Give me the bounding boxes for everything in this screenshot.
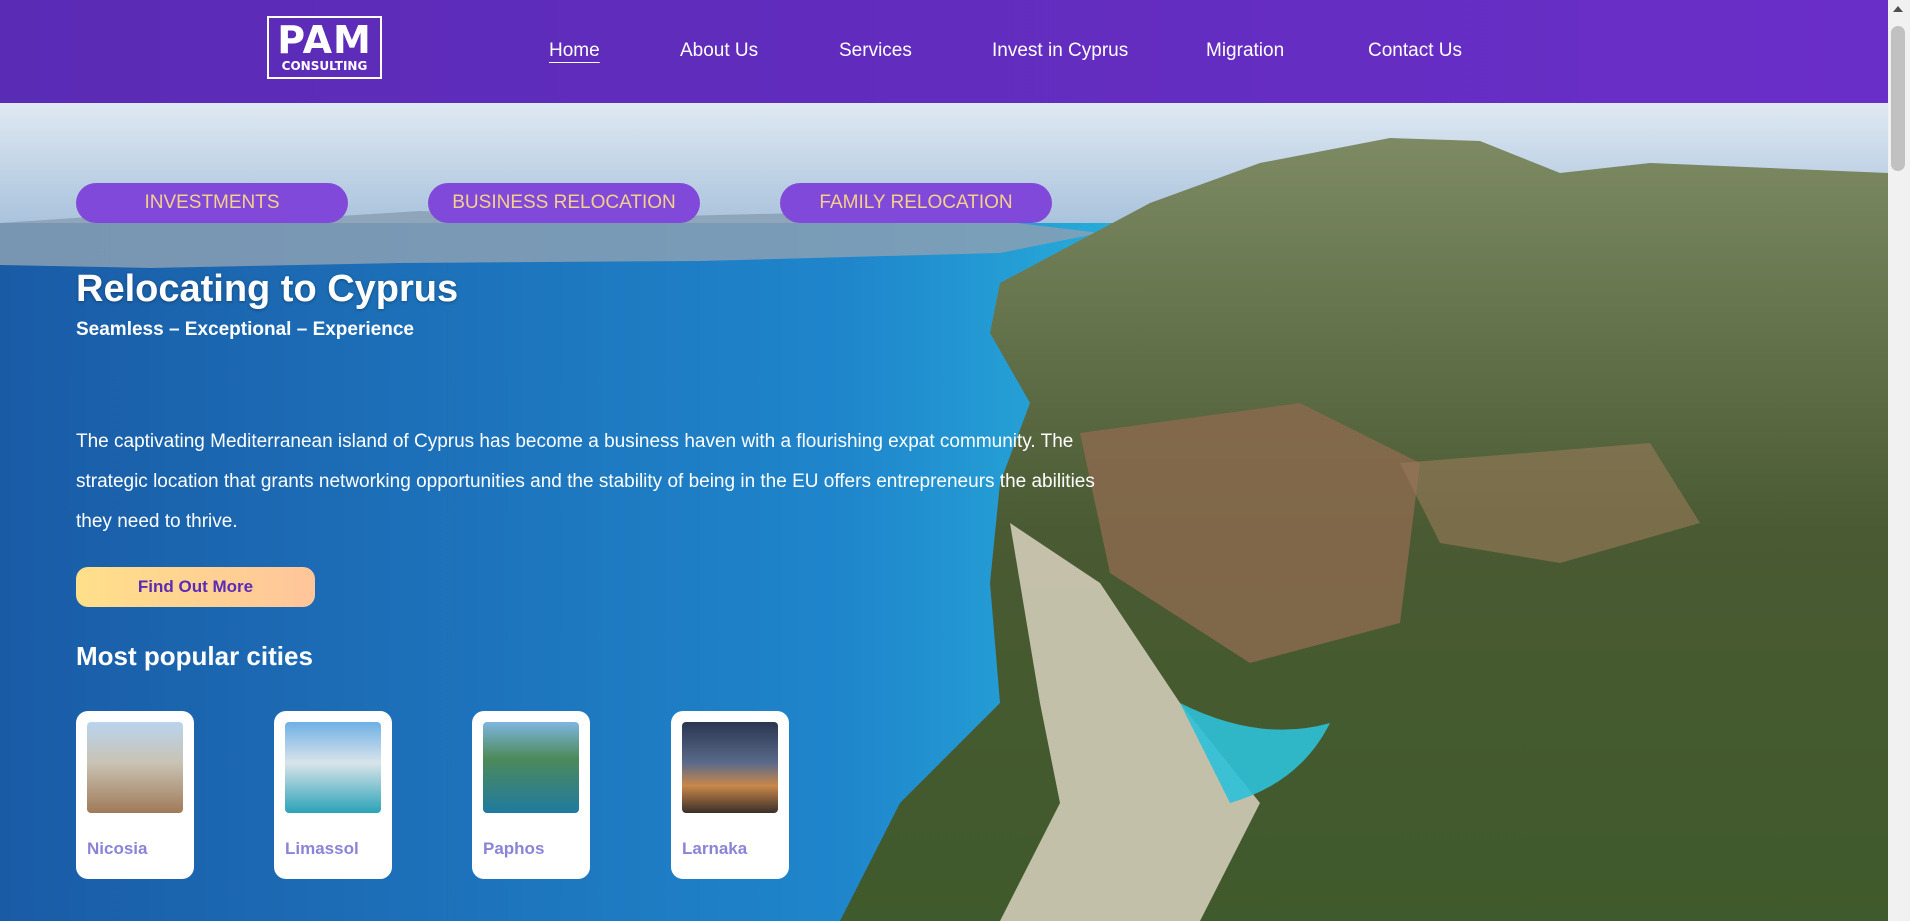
pam-consulting-logo[interactable]: PAM CONSULTING <box>267 16 382 79</box>
popular-cities-heading: Most popular cities <box>76 641 313 671</box>
nav-invest-in-cyprus[interactable]: Invest in Cyprus <box>992 40 1128 62</box>
nav-about-us[interactable]: About Us <box>680 40 758 62</box>
nav-home[interactable]: Home <box>549 40 600 62</box>
limassol-coast-photo <box>285 722 381 813</box>
tab-investments[interactable]: INVESTMENTS <box>76 183 348 223</box>
hero-title: Relocating to Cyprus <box>76 268 459 310</box>
city-card-nicosia[interactable]: Nicosia <box>76 711 194 879</box>
city-card-paphos[interactable]: Paphos <box>472 711 590 879</box>
logo-text-sub: CONSULTING <box>281 59 368 73</box>
city-card-limassol[interactable]: Limassol <box>274 711 392 879</box>
city-name: Paphos <box>483 839 545 858</box>
city-name: Nicosia <box>87 839 148 858</box>
nav-contact-us[interactable]: Contact Us <box>1368 40 1462 62</box>
larnaka-promenade-photo <box>682 722 778 813</box>
tab-family-relocation[interactable]: FAMILY RELOCATION <box>780 183 1052 223</box>
scrollbar-thumb[interactable] <box>1891 26 1905 171</box>
paphos-harbour-photo <box>483 722 579 813</box>
city-card-larnaka[interactable]: Larnaka <box>671 711 789 879</box>
tab-business-relocation[interactable]: BUSINESS RELOCATION <box>428 183 700 223</box>
nav-services[interactable]: Services <box>839 40 912 62</box>
city-name: Larnaka <box>682 839 748 858</box>
find-out-more-button[interactable]: Find Out More <box>76 567 315 607</box>
hero-description: The captivating Mediterranean island of … <box>76 431 1095 532</box>
city-name: Limassol <box>285 839 359 858</box>
nicosia-city-photo <box>87 722 183 813</box>
hero-subtitle: Seamless – Exceptional – Experience <box>76 319 414 340</box>
scroll-up-arrow-icon[interactable] <box>1893 6 1903 12</box>
site-header: PAM CONSULTING Home About Us Services In… <box>0 0 1888 103</box>
nav-migration[interactable]: Migration <box>1206 40 1284 62</box>
logo-text-main: PAM <box>277 18 372 62</box>
hero-section: INVESTMENTS BUSINESS RELOCATION FAMILY R… <box>0 103 1888 921</box>
